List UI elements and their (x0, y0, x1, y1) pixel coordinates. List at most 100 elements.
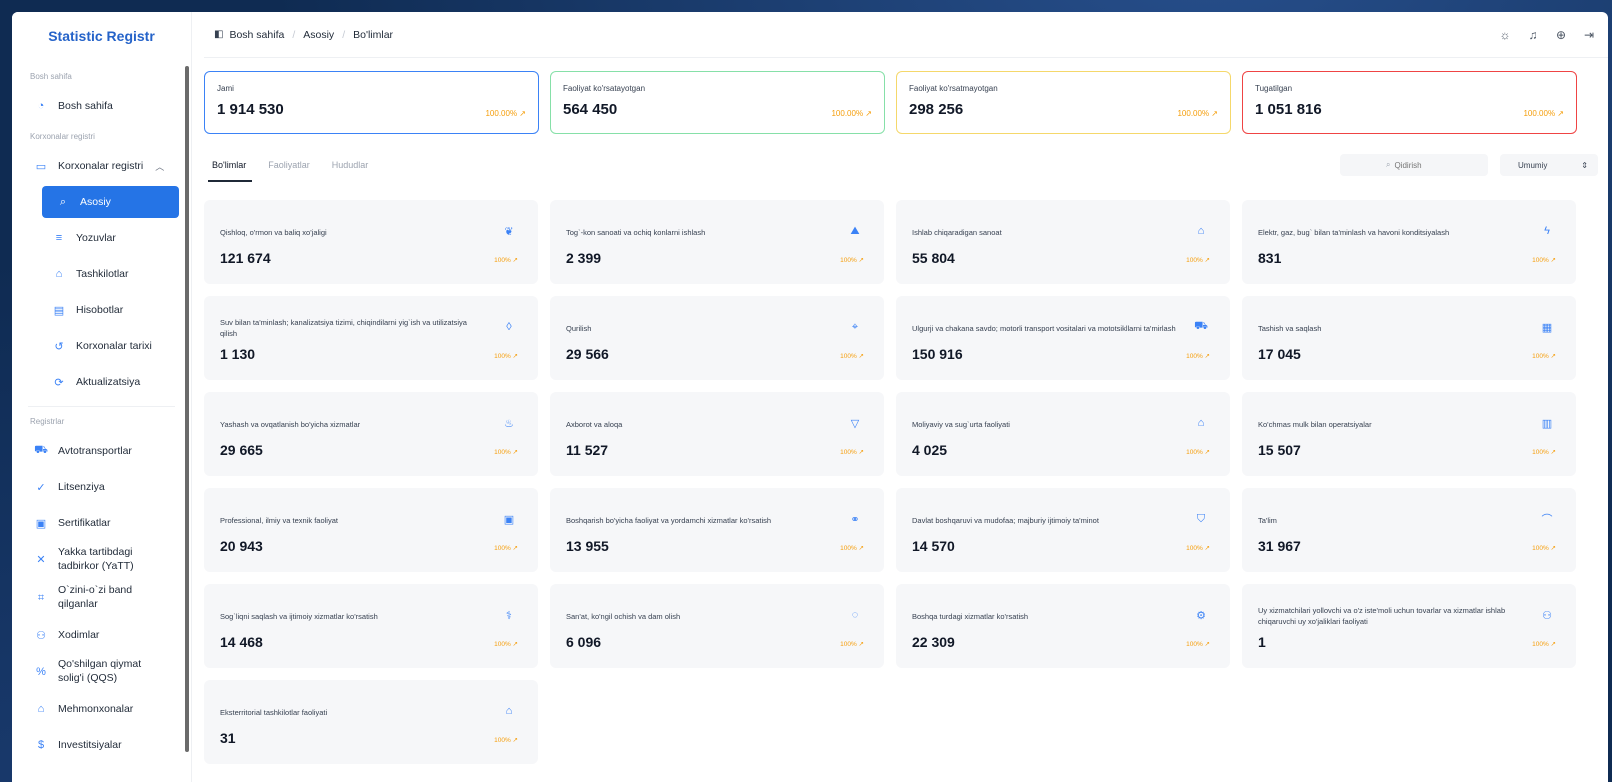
breadcrumb-item[interactable]: Bosh sahifa (229, 29, 284, 41)
category-card[interactable]: Davlat boshqaruvi va mudofaa; majburiy i… (896, 488, 1230, 572)
sidebar-item-tashkilotlar[interactable]: ⌂ Tashkilotlar (12, 256, 191, 292)
globe-icon[interactable]: ⊕ (1554, 28, 1568, 42)
category-card[interactable]: Yashash va ovqatlanish bo'yicha xizmatla… (204, 392, 538, 476)
sidebar-item-label: Sertifikatlar (58, 517, 111, 529)
dashboard-icon: ◔ (37, 100, 45, 112)
category-card[interactable]: Boshqa turdagi xizmatlar ko'rsatish ⚙ 22 3… (896, 584, 1230, 668)
category-value: 150 916 (912, 346, 963, 362)
category-card[interactable]: Moliyaviy va sug`urta faoliyati ⌂ 4 025 100… (896, 392, 1230, 476)
sidebar-divider (28, 406, 175, 407)
category-card[interactable]: Boshqarish bo'yicha faoliyat va yordamch… (550, 488, 884, 572)
sidebar-item-mehmonxonalar[interactable]: ⌂ Mehmonxonalar (12, 691, 191, 727)
sidebar-item-aktualizatsiya[interactable]: ⟳ Aktualizatsiya (12, 364, 191, 400)
breadcrumb-current: Bo'limlar (353, 28, 394, 41)
category-title: Uy xizmatchilari yollovchi va o'z iste'm… (1258, 606, 1506, 626)
category-card[interactable]: Uy xizmatchilari yollovchi va o'z iste'm… (1242, 584, 1576, 668)
category-card[interactable]: Qurilish ⌖ 29 566 100% ↗ (550, 296, 884, 380)
sidebar-item-litsenziya[interactable]: ✓ Litsenziya (12, 469, 191, 505)
category-card[interactable]: Ulgurji va chakana savdo; motorli transp… (896, 296, 1230, 380)
sidebar-item-ozini-ozi-band[interactable]: ⌗ O`zini-o`zi band qilganlar (12, 579, 191, 617)
sidebar-item-korxonalar-tarixi[interactable]: ↺ Korxonalar tarixi (12, 328, 191, 364)
sidebar-item-hisobotlar[interactable]: ▤ Hisobotlar (12, 292, 191, 328)
category-card[interactable]: Qishloq, o'rmon va baliq xo'jaligi ❦ 121 6… (204, 200, 538, 284)
category-percent: 100% ↗ (1532, 449, 1556, 456)
category-card[interactable]: San'at, ko'ngil ochish va dam olish ◌ 6 09… (550, 584, 884, 668)
stat-value: 1 914 530 (217, 101, 284, 118)
sidebar-item-investitsiyalar[interactable]: $ Investitsiyalar (12, 727, 191, 763)
crane-icon: ⌖ (851, 320, 859, 333)
search-input[interactable] (1394, 160, 1475, 170)
percent-icon: % (36, 665, 46, 678)
trend-up-icon: ↗ (858, 545, 864, 552)
sidebar-item-yozuvlar[interactable]: ≡ Yozuvlar (12, 220, 191, 256)
category-card[interactable]: Eksterritorial tashkilotlar faoliyati ⌂ 31… (204, 680, 538, 764)
stat-percent: 100.00% ↗ (831, 109, 872, 118)
stat-card[interactable]: Faoliyat ko'rsatayotgan 564 450 100.00% ↗ (550, 71, 885, 134)
sidebar-item-asosiy[interactable]: ⌕ Asosiy (42, 186, 179, 218)
category-percent: 100% ↗ (494, 449, 518, 456)
category-card[interactable]: Ko'chmas mulk bilan operatsiyalar ▥ 15 507… (1242, 392, 1576, 476)
category-card[interactable]: Ta'lim ⌒ 31 967 100% ↗ (1242, 488, 1576, 572)
trend-up-icon: ↗ (858, 353, 864, 360)
trend-up-icon: ↗ (858, 641, 864, 648)
sidebar-item-yatt[interactable]: ✕ Yakka tartibdagi tadbirkor (YaTT) (12, 541, 191, 579)
category-percent: 100% ↗ (840, 641, 864, 648)
category-percent: 100% ↗ (494, 737, 518, 744)
category-percent: 100% ↗ (1186, 449, 1210, 456)
category-card[interactable]: Elektr, gaz, bug` bilan ta'minlash va ha… (1242, 200, 1576, 284)
sun-icon[interactable]: ☼ (1498, 28, 1512, 42)
category-value: 121 674 (220, 250, 271, 266)
type-select[interactable]: Umumiy ⇕ (1500, 154, 1598, 176)
category-value: 13 955 (566, 538, 609, 554)
brand-title[interactable]: Statistic Registr (12, 12, 191, 60)
category-card[interactable]: Suv bilan ta'minlash; kanalizatsiya tizi… (204, 296, 538, 380)
stat-card[interactable]: Jami 1 914 530 100.00% ↗ (204, 71, 539, 134)
stat-card[interactable]: Tugatilgan 1 051 816 100.00% ↗ (1242, 71, 1577, 134)
search-box: ⌕ (1340, 154, 1488, 176)
trend-up-icon: ↗ (858, 449, 864, 456)
sidebar-item-sertifikatlar[interactable]: ▣ Sertifikatlar (12, 505, 191, 541)
tab-faoliyatlar[interactable]: Faoliyatlar (268, 148, 310, 182)
sidebar-item-qqs[interactable]: % Qo'shilgan qiymat solig'i (QQS) (12, 653, 191, 691)
category-card[interactable]: Axborot va aloqa ▽ 11 527 100% ↗ (550, 392, 884, 476)
category-value: 20 943 (220, 538, 263, 554)
sidebar-item-bosh-sahifa[interactable]: ◔ Bosh sahifa (12, 88, 191, 124)
chevron-up-icon: ︿ (155, 161, 165, 172)
factory-icon: ⌂ (1197, 225, 1205, 237)
logout-icon[interactable]: ⇥ (1582, 28, 1596, 42)
category-title: Yashash va ovqatlanish bo'yicha xizmatla… (220, 419, 361, 429)
sidebar-item-korxonalar-registri[interactable]: ▭ Korxonalar registri ︿ (12, 148, 191, 184)
tab-hududlar[interactable]: Hududlar (332, 148, 369, 182)
bell-icon[interactable]: ♫ (1526, 28, 1540, 42)
stat-percent: 100.00% ↗ (485, 109, 526, 118)
category-card[interactable]: Professional, ilmiy va texnik faoliyat ▣ 2… (204, 488, 538, 572)
people-icon: ⚇ (1542, 609, 1552, 622)
topbar: ◧ Bosh sahifa / Asosiy / Bo'limlar ☼ ♫ ⊕… (204, 12, 1608, 58)
category-percent: 100% ↗ (1532, 353, 1556, 360)
trend-up-icon: ↗ (1204, 449, 1210, 456)
breadcrumb-item[interactable]: Asosiy (303, 29, 334, 41)
category-card[interactable]: Sog`liqni saqlash va ijtimoiy xizmatlar … (204, 584, 538, 668)
search-icon: ⌕ (1386, 160, 1391, 169)
category-percent: 100% ↗ (1186, 545, 1210, 552)
category-title: Davlat boshqaruvi va mudofaa; majburiy i… (912, 515, 1099, 525)
category-card[interactable]: Tog`-kon sanoati va ochiq konlarni ishla… (550, 200, 884, 284)
category-card[interactable]: Tashish va saqlash ▦ 17 045 100% ↗ (1242, 296, 1576, 380)
history-icon: ↺ (54, 340, 64, 353)
gear-icon: ⚙ (1196, 609, 1206, 622)
tab-bolimlar[interactable]: Bo'limlar (207, 148, 253, 182)
stat-percent: 100.00% ↗ (1177, 109, 1218, 118)
category-value: 4 025 (912, 442, 948, 458)
stat-label: Jami (217, 84, 234, 93)
trend-up-icon: ↗ (1211, 109, 1218, 118)
sidebar-item-xodimlar[interactable]: ⚇ Xodimlar (12, 617, 191, 653)
category-value: 29 566 (566, 346, 609, 362)
category-value: 1 130 (220, 346, 256, 362)
sidebar-toggle-icon[interactable]: ◧ (214, 29, 223, 40)
category-card[interactable]: Ishlab chiqaradigan sanoat ⌂ 55 804 100% ↗ (896, 200, 1230, 284)
stat-card[interactable]: Faoliyat ko'rsatmayotgan 298 256 100.00% ↗ (896, 71, 1231, 134)
trend-up-icon: ↗ (1204, 353, 1210, 360)
category-title: Suv bilan ta'minlash; kanalizatsiya tizi… (220, 318, 467, 338)
sidebar-item-avtotransportlar[interactable]: ⛟ Avtotransportlar (12, 433, 191, 469)
category-percent: 100% ↗ (1186, 353, 1210, 360)
